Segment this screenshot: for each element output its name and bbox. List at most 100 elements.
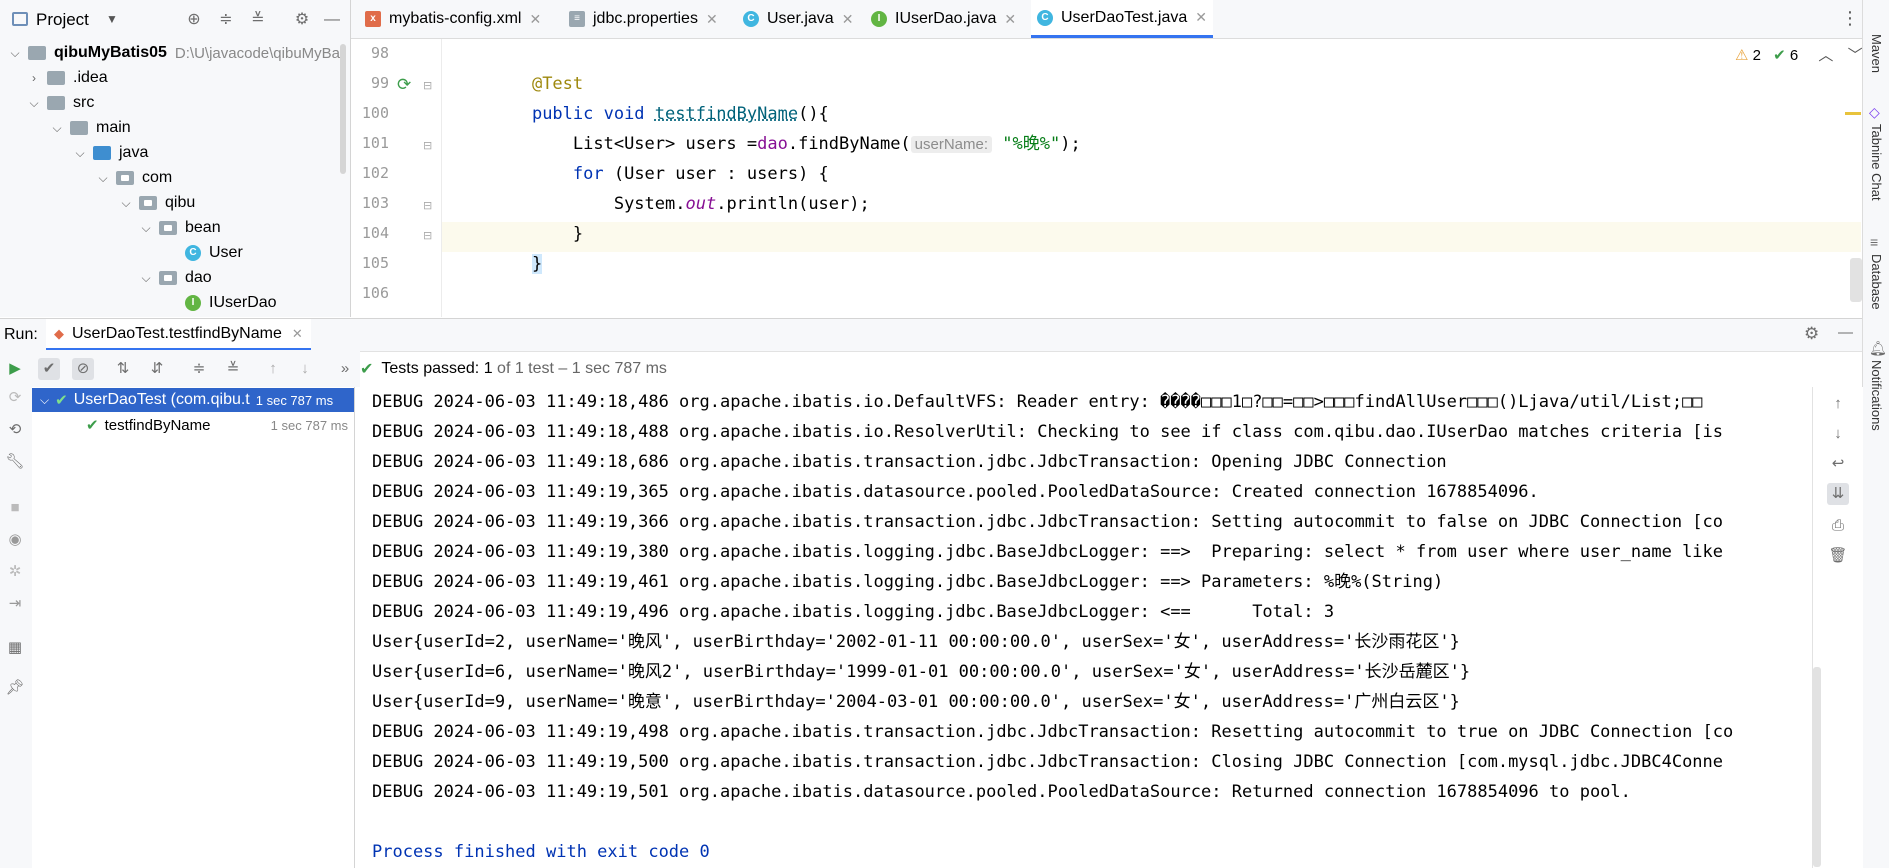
tab-user-java[interactable]: C User.java ✕ — [743, 0, 853, 38]
tree-item-src[interactable]: ⌵ src — [27, 91, 94, 115]
soft-wrap-icon[interactable]: ↩ — [1827, 453, 1849, 475]
camera-icon[interactable]: ◉ — [4, 529, 26, 551]
trash-icon[interactable]: 🗑︎ — [1827, 545, 1849, 567]
tree-item-dao[interactable]: ⌵ dao — [139, 266, 211, 290]
inspection-widget[interactable]: ⚠ 2 ✔ 6 ︿ ﹀ — [1735, 44, 1863, 65]
minimize-icon[interactable]: — — [1838, 324, 1853, 341]
close-icon[interactable]: ✕ — [529, 11, 541, 28]
weak-warning-count: 6 — [1789, 47, 1799, 64]
chevron-down-icon[interactable]: ⌵ — [139, 271, 153, 286]
locate-icon[interactable]: ⊕ — [184, 10, 204, 30]
code-editor[interactable]: @Test public void testfindByName(){ List… — [441, 39, 1761, 317]
error-stripe-marker[interactable] — [1845, 112, 1861, 115]
tree-item-idea[interactable]: › .idea — [27, 66, 108, 90]
debug-icon[interactable]: ✲ — [4, 561, 26, 583]
status-suffix: of 1 test – 1 sec 787 ms — [492, 359, 667, 377]
status-prefix: Tests passed: — [381, 359, 484, 377]
arrow-up-icon[interactable]: ↑ — [1827, 393, 1849, 415]
chevron-down-icon[interactable]: ▼ — [106, 12, 118, 26]
fold-icon[interactable]: ⊟ — [423, 199, 432, 212]
close-icon[interactable]: ✕ — [1004, 11, 1016, 28]
fold-icon[interactable]: ⊟ — [423, 79, 432, 92]
tool-tabnine-chat[interactable]: Tabnine Chat — [1869, 124, 1884, 201]
minimize-icon[interactable]: — — [322, 10, 342, 30]
toggle-auto-test-icon[interactable]: ⟳ — [4, 387, 26, 409]
project-scrollbar[interactable] — [340, 44, 346, 174]
code-token: .println(user); — [716, 194, 870, 214]
chevron-down-icon[interactable]: ﹀ — [1848, 47, 1863, 64]
tree-item-bean[interactable]: ⌵ bean — [139, 216, 220, 240]
tree-item-iuserdao[interactable]: I IUserDao — [185, 291, 277, 315]
chevron-down-icon[interactable]: ⌵ — [50, 121, 64, 136]
gear-icon[interactable]: ⚙ — [1804, 324, 1819, 344]
print-icon[interactable]: ⎙ — [1827, 515, 1849, 537]
chevron-down-icon[interactable]: ⌵ — [119, 196, 133, 211]
expand-all-icon[interactable]: ≑ — [216, 10, 236, 30]
gear-icon[interactable]: ⚙ — [292, 10, 312, 30]
rerun-icon[interactable]: ▶ — [4, 358, 26, 380]
tab-mybatis-config[interactable]: x mybatis-config.xml ✕ — [365, 0, 541, 38]
weak-warning-icon: ✔ — [1773, 47, 1786, 64]
run-tab[interactable]: ◆ UserDaoTest.testfindByName ✕ — [46, 319, 311, 351]
chevron-down-icon[interactable]: ⌵ — [40, 393, 49, 408]
scroll-to-end-icon[interactable]: ⇊ — [1827, 483, 1849, 505]
project-view-icon[interactable] — [12, 12, 28, 26]
chevron-down-icon[interactable]: ⌵ — [139, 221, 153, 236]
line-number: 100 — [361, 104, 389, 122]
pin-icon[interactable]: 📌︎ — [4, 677, 26, 699]
close-icon[interactable]: ✕ — [842, 11, 854, 28]
tab-iuserdao-java[interactable]: I IUserDao.java ✕ — [871, 0, 1016, 38]
project-header: Project ▼ ⊕ ≑ ≚ ⚙ — — [0, 0, 350, 40]
tool-maven[interactable]: Maven — [1869, 34, 1884, 73]
arrow-down-icon[interactable]: ↓ — [294, 358, 316, 380]
chevron-down-icon[interactable]: ⌵ — [27, 96, 41, 111]
wrench-icon[interactable]: 🔧︎ — [4, 451, 26, 473]
arrow-up-icon[interactable]: ↑ — [262, 358, 284, 380]
chevron-up-icon[interactable]: ︿ — [1818, 47, 1833, 64]
chevron-down-icon[interactable]: ⌵ — [73, 146, 87, 161]
more-icon[interactable]: » — [334, 358, 356, 380]
tree-item-java[interactable]: ⌵ java — [73, 141, 148, 165]
tree-item-com[interactable]: ⌵ com — [96, 166, 172, 190]
collapse-all-icon[interactable]: ≚ — [248, 10, 268, 30]
console-scrollbar[interactable] — [1813, 667, 1821, 867]
editor-scrollbar[interactable] — [1850, 258, 1862, 302]
show-ignored-icon[interactable]: ⊘ — [72, 358, 94, 380]
console-output[interactable]: DEBUG 2024-06-03 11:49:18,486 org.apache… — [357, 387, 1812, 868]
static-field-token: out — [685, 194, 717, 214]
show-passed-icon[interactable]: ✔ — [38, 358, 60, 380]
rerun-failed-icon[interactable]: ⟲ — [4, 419, 26, 441]
import-icon[interactable]: ⇥ — [4, 593, 26, 615]
layout-icon[interactable]: ▦ — [4, 637, 26, 659]
tree-item-user[interactable]: C User — [185, 241, 243, 265]
tree-item-main[interactable]: ⌵ main — [50, 116, 130, 140]
project-title[interactable]: Project — [36, 10, 89, 30]
test-suite-row[interactable]: ⌵ ✔ UserDaoTest (com.qibu.t 1 sec 787 ms — [32, 388, 354, 412]
sort-duration-icon[interactable]: ⇵ — [146, 358, 168, 380]
expand-all-icon[interactable]: ≑ — [188, 358, 210, 380]
more-options-icon[interactable]: ⋮ — [1841, 8, 1859, 29]
bell-icon: 🔔︎ — [1869, 340, 1887, 356]
chevron-down-icon[interactable]: ⌵ — [96, 171, 110, 186]
test-case-row[interactable]: ✔ testfindByName 1 sec 787 ms — [32, 413, 354, 437]
chevron-down-icon[interactable]: ⌵ — [8, 46, 22, 61]
sort-alpha-icon[interactable]: ⇅ — [112, 358, 134, 380]
tool-database[interactable]: Database — [1869, 254, 1884, 310]
fold-icon[interactable]: ⊟ — [423, 139, 432, 152]
tree-item-project-root[interactable]: ⌵ qibuMyBatis05 D:\U\javacode\qibuMyBa — [8, 41, 340, 65]
tool-notifications[interactable]: Notifications — [1869, 360, 1884, 431]
tree-item-qibu[interactable]: ⌵ qibu — [119, 191, 195, 215]
run-left-toolbar: ⟳ ⟲ 🔧︎ ■ ◉ ✲ ⇥ ▦ 📌︎ — [0, 387, 33, 868]
chevron-right-icon[interactable]: › — [27, 71, 41, 85]
fold-icon[interactable]: ⊟ — [423, 229, 432, 242]
arrow-down-icon[interactable]: ↓ — [1827, 423, 1849, 445]
close-icon[interactable]: ✕ — [1195, 9, 1207, 26]
tab-jdbc-properties[interactable]: ≡ jdbc.properties ✕ — [569, 0, 718, 38]
tab-userdaotest-java[interactable]: C UserDaoTest.java ✕ — [1031, 0, 1214, 38]
collapse-all-icon[interactable]: ≚ — [222, 358, 244, 380]
close-icon[interactable]: ✕ — [706, 11, 718, 28]
properties-icon: ≡ — [569, 11, 585, 27]
close-icon[interactable]: ✕ — [292, 326, 303, 342]
stop-icon[interactable]: ■ — [4, 497, 26, 519]
run-test-gutter-icon[interactable]: ⟳ — [397, 75, 411, 95]
